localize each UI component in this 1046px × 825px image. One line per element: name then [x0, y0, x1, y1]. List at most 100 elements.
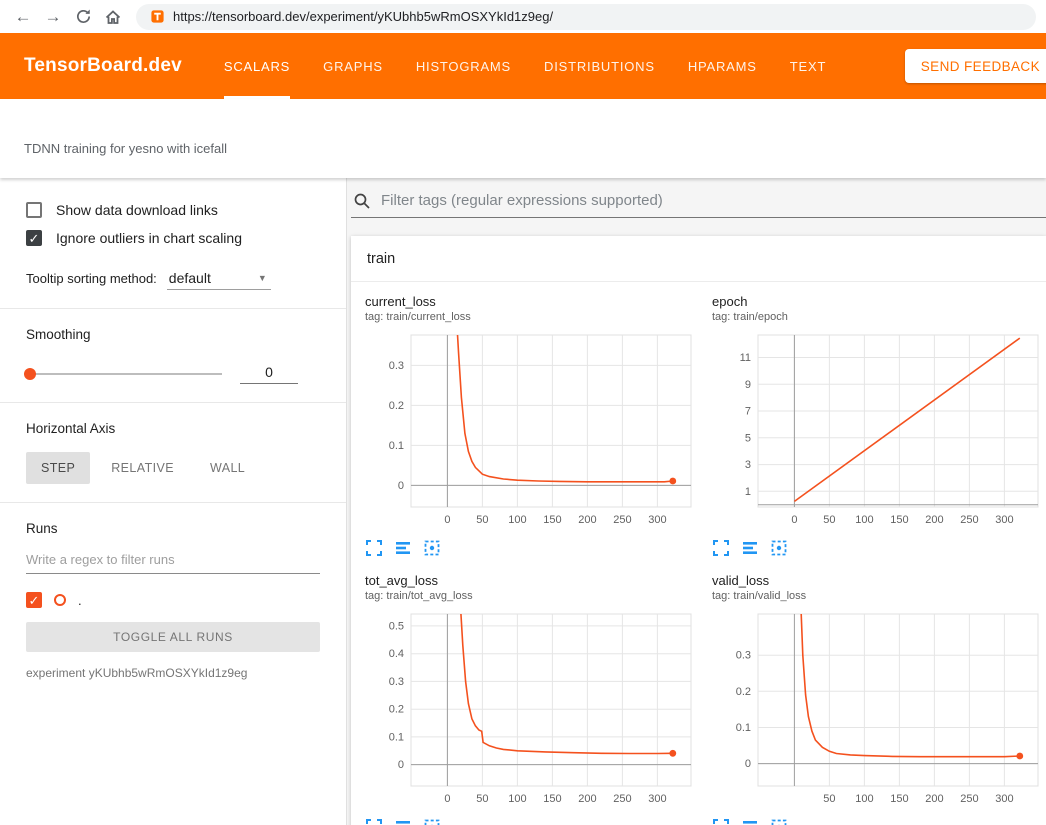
svg-text:250: 250 — [613, 793, 631, 805]
svg-text:0.1: 0.1 — [389, 731, 404, 743]
experiment-description-bar: TDNN training for yesno with icefall — [0, 99, 1046, 178]
run-list-item[interactable]: ✓ . — [26, 592, 320, 608]
chart-actions — [365, 818, 704, 825]
show-download-links-checkbox[interactable] — [26, 202, 42, 218]
chart-tag: tag: train/tot_avg_loss — [365, 590, 704, 602]
svg-text:5: 5 — [745, 432, 751, 444]
svg-text:100: 100 — [855, 793, 873, 805]
expand-icon[interactable] — [365, 818, 383, 825]
svg-text:100: 100 — [508, 514, 526, 526]
train-section-header[interactable]: train — [351, 236, 1046, 282]
tag-filter-row — [351, 184, 1046, 218]
expand-icon[interactable] — [712, 818, 730, 825]
app-header: TensorBoard.dev SCALARS GRAPHS HISTOGRAM… — [0, 33, 1046, 99]
svg-text:1: 1 — [745, 486, 751, 498]
fit-domain-icon[interactable] — [770, 818, 788, 825]
smoothing-slider-knob[interactable] — [24, 368, 36, 380]
svg-text:0.3: 0.3 — [389, 676, 404, 688]
svg-text:0.1: 0.1 — [736, 722, 751, 734]
svg-text:0.4: 0.4 — [389, 648, 404, 660]
chart-title: tot_avg_loss — [365, 573, 704, 588]
svg-text:0: 0 — [791, 514, 797, 526]
svg-text:7: 7 — [745, 406, 751, 418]
svg-text:50: 50 — [476, 514, 488, 526]
ignore-outliers-checkbox[interactable]: ✓ — [26, 230, 42, 246]
svg-text:0: 0 — [398, 480, 404, 492]
run-visibility-checkbox[interactable]: ✓ — [26, 592, 42, 608]
svg-text:0: 0 — [745, 758, 751, 770]
expand-icon[interactable] — [712, 539, 730, 557]
svg-text:0.3: 0.3 — [736, 650, 751, 662]
svg-text:0: 0 — [444, 514, 450, 526]
axis-step-button[interactable]: STEP — [26, 452, 90, 484]
tab-text[interactable]: TEXT — [790, 33, 826, 99]
smoothing-slider[interactable] — [26, 373, 222, 375]
chart-plot[interactable]: 5010015020025030000.10.20.3 — [712, 608, 1046, 812]
svg-text:100: 100 — [508, 793, 526, 805]
chart-plot[interactable]: 05010015020025030000.10.20.3 — [365, 329, 699, 533]
scalar-chart-widget: epoch tag: train/epoch 05010015020025030… — [712, 294, 1046, 557]
svg-text:150: 150 — [890, 793, 908, 805]
runs-table-icon[interactable] — [741, 818, 759, 825]
svg-text:0.2: 0.2 — [736, 686, 751, 698]
nav-tabs: SCALARS GRAPHS HISTOGRAMS DISTRIBUTIONS … — [224, 33, 826, 99]
send-feedback-button[interactable]: SEND FEEDBACK — [905, 49, 1046, 83]
experiment-description: TDNN training for yesno with icefall — [24, 141, 227, 156]
fit-domain-icon[interactable] — [423, 539, 441, 557]
axis-wall-button[interactable]: WALL — [195, 452, 260, 484]
sidebar-divider — [0, 502, 346, 503]
svg-text:0.2: 0.2 — [389, 704, 404, 716]
runs-label: Runs — [26, 521, 320, 536]
svg-text:150: 150 — [890, 514, 908, 526]
chart-plot[interactable]: 05010015020025030000.10.20.30.40.5 — [365, 608, 699, 812]
tooltip-sorting-label: Tooltip sorting method: — [26, 271, 157, 286]
tooltip-sorting-value: default — [169, 270, 211, 286]
runs-table-icon[interactable] — [741, 539, 759, 557]
tab-distributions[interactable]: DISTRIBUTIONS — [544, 33, 655, 99]
svg-text:150: 150 — [543, 514, 561, 526]
chart-title: current_loss — [365, 294, 704, 309]
address-bar[interactable]: https://tensorboard.dev/experiment/yKUbh… — [136, 4, 1036, 30]
horizontal-axis-label: Horizontal Axis — [26, 421, 320, 436]
forward-icon[interactable]: → — [40, 4, 66, 30]
back-icon[interactable]: ← — [10, 4, 36, 30]
runs-table-icon[interactable] — [394, 818, 412, 825]
scalar-chart-widget: current_loss tag: train/current_loss 0 50… — [365, 294, 704, 557]
tab-graphs[interactable]: GRAPHS — [323, 33, 383, 99]
svg-text:300: 300 — [648, 793, 666, 805]
svg-text:250: 250 — [960, 793, 978, 805]
tab-hparams[interactable]: HPARAMS — [688, 33, 757, 99]
tab-scalars[interactable]: SCALARS — [224, 33, 290, 99]
chart-tag: tag: train/current_loss — [365, 311, 704, 323]
fit-domain-icon[interactable] — [423, 818, 441, 825]
fit-domain-icon[interactable] — [770, 539, 788, 557]
svg-text:200: 200 — [925, 514, 943, 526]
home-icon-glyph — [104, 8, 122, 26]
reload-icon[interactable] — [70, 4, 96, 30]
svg-text:0: 0 — [398, 759, 404, 771]
expand-icon[interactable] — [365, 539, 383, 557]
tab-histograms[interactable]: HISTOGRAMS — [416, 33, 511, 99]
runs-filter-input[interactable] — [26, 548, 320, 574]
svg-text:0.1: 0.1 — [389, 440, 404, 452]
chart-title: valid_loss — [712, 573, 1046, 588]
ignore-outliers-label: Ignore outliers in chart scaling — [56, 230, 242, 246]
smoothing-value[interactable]: 0 — [240, 364, 298, 384]
site-favicon — [150, 9, 165, 24]
runs-table-icon[interactable] — [394, 539, 412, 557]
svg-text:250: 250 — [960, 514, 978, 526]
home-icon[interactable] — [100, 4, 126, 30]
svg-text:250: 250 — [613, 514, 631, 526]
svg-text:0.3: 0.3 — [389, 360, 404, 372]
chart-plot[interactable]: 0501001502002503001357911 — [712, 329, 1046, 533]
back-arrow-glyph: ← — [15, 7, 32, 27]
tag-filter-input[interactable] — [381, 192, 1046, 209]
search-icon — [353, 192, 371, 210]
tooltip-sorting-dropdown[interactable]: default ▼ — [167, 270, 271, 290]
toggle-all-runs-button[interactable]: TOGGLE ALL RUNS — [26, 622, 320, 652]
experiment-id-label: experiment yKUbhb5wRmOSXYkId1z9eg — [26, 666, 320, 680]
axis-relative-button[interactable]: RELATIVE — [96, 452, 189, 484]
url-text[interactable]: https://tensorboard.dev/experiment/yKUbh… — [173, 9, 553, 24]
svg-text:50: 50 — [476, 793, 488, 805]
app-logo: TensorBoard.dev — [24, 55, 182, 77]
